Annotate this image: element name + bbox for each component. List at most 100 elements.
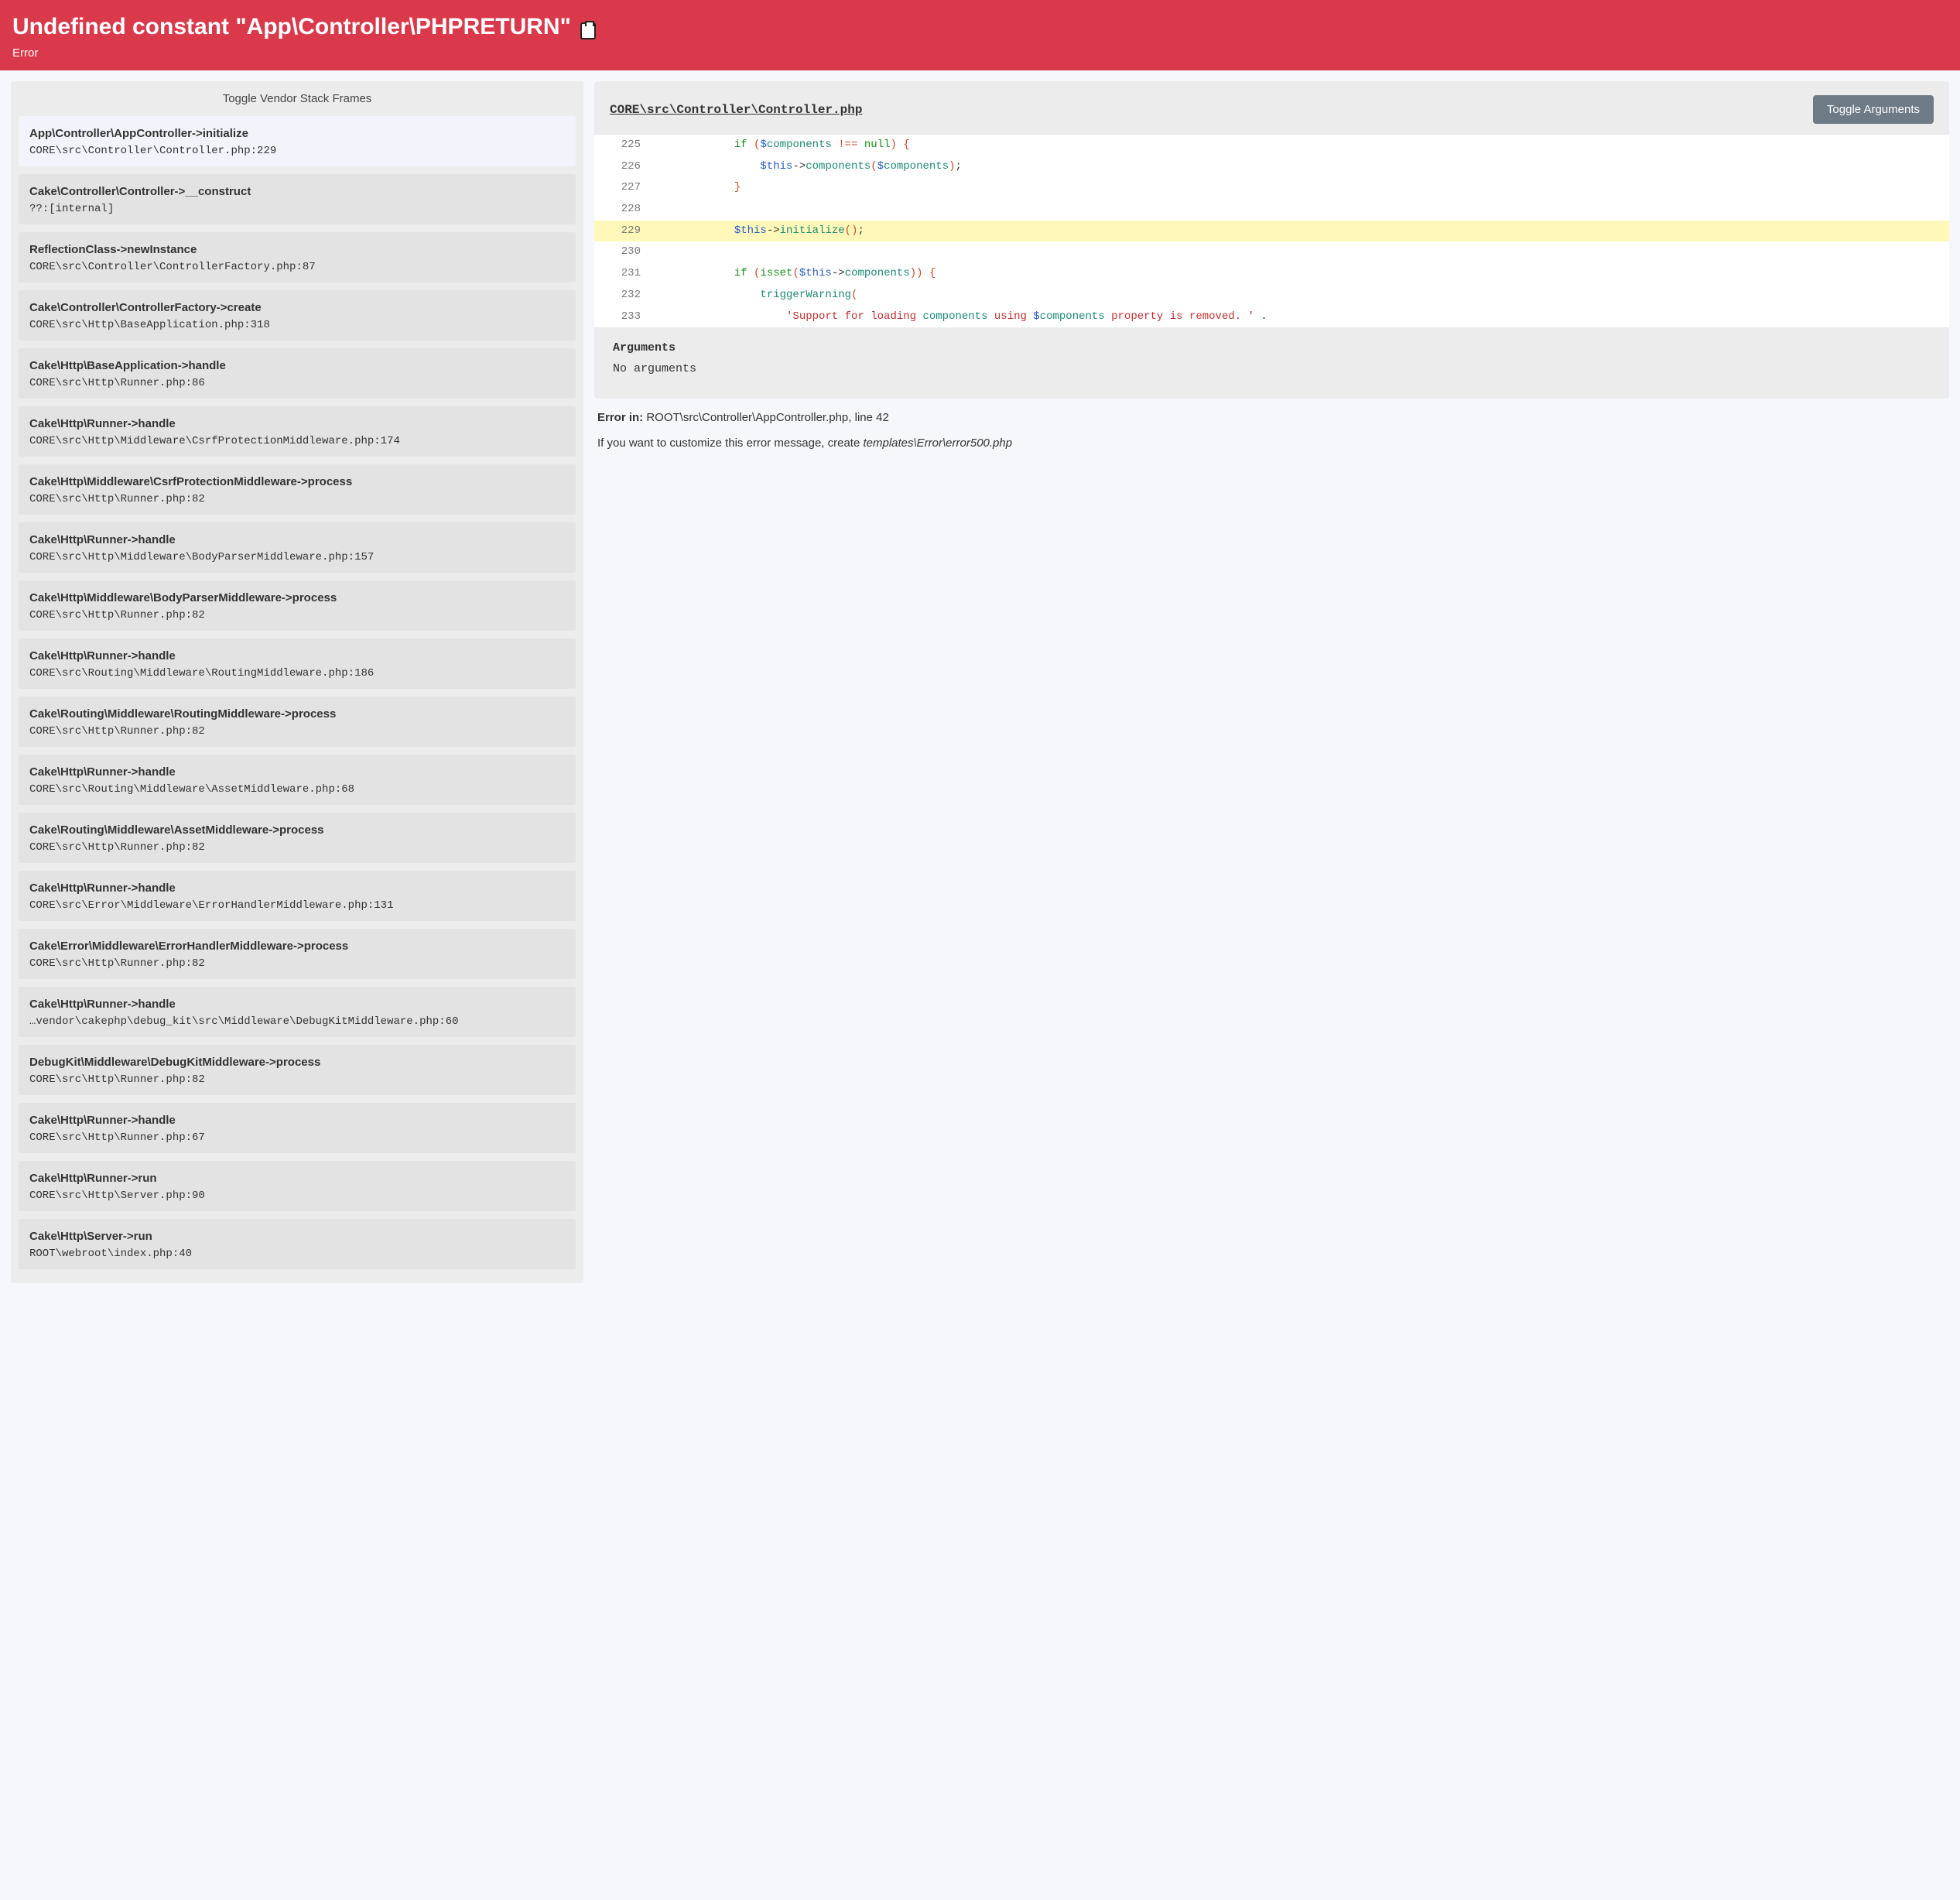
line-number: 230	[594, 241, 650, 263]
code-line: 230	[594, 241, 1949, 263]
stack-frame[interactable]: ReflectionClass->newInstance CORE\src\Con…	[19, 232, 576, 282]
stack-frame-file: CORE\src\Controller\Controller.php:229	[29, 145, 565, 157]
line-number: 226	[594, 156, 650, 178]
stack-frame-title: Cake\Http\Middleware\BodyParserMiddlewar…	[29, 591, 565, 604]
line-content: if (isset($this->components)) {	[650, 263, 1949, 285]
stack-frame-file: CORE\src\Controller\ControllerFactory.ph…	[29, 261, 565, 273]
line-content: $this->initialize();	[650, 221, 1949, 242]
clipboard-icon[interactable]	[580, 22, 596, 39]
line-number: 225	[594, 135, 650, 156]
stack-frame-title: Cake\Http\Runner->handle	[29, 417, 565, 430]
line-number: 228	[594, 199, 650, 221]
stack-frame-file: CORE\src\Http\Runner.php:82	[29, 1073, 565, 1086]
stack-frame-title: ReflectionClass->newInstance	[29, 243, 565, 256]
stack-frame-file: CORE\src\Http\Runner.php:82	[29, 957, 565, 970]
source-file-title[interactable]: CORE\src\Controller\Controller.php	[610, 103, 862, 117]
stack-frame[interactable]: Cake\Http\Runner->handleCORE\src\Http\Ru…	[19, 1103, 576, 1153]
stack-frame-file: CORE\src\Http\Runner.php:82	[29, 609, 565, 621]
code-excerpt: 225 if ($components !== null) {226 $this…	[594, 135, 1949, 327]
code-line: 228	[594, 199, 1949, 221]
code-line: 225 if ($components !== null) {	[594, 135, 1949, 156]
stack-frame[interactable]: Cake\Error\Middleware\ErrorHandlerMiddle…	[19, 929, 576, 979]
error-subtitle: Error	[12, 46, 1948, 60]
line-number: 232	[594, 285, 650, 306]
customize-hint: If you want to customize this error mess…	[594, 429, 1949, 454]
error-in-value: ROOT\src\Controller\AppController.php, l…	[646, 411, 888, 424]
stack-frame-file: CORE\src\Http\BaseApplication.php:318	[29, 319, 565, 331]
stack-frame[interactable]: Cake\Http\Middleware\BodyParserMiddlewar…	[19, 580, 576, 631]
stack-frame-file: ROOT\webroot\index.php:40	[29, 1248, 565, 1260]
stack-frame-title: Cake\Http\Runner->handle	[29, 998, 565, 1011]
stack-frame[interactable]: Cake\Http\Runner->handle CORE\src\Routing…	[19, 638, 576, 689]
line-number: 233	[594, 306, 650, 328]
stack-frame[interactable]: Cake\Http\Runner->run CORE\src\Http\Serve…	[19, 1161, 576, 1211]
main-panel: CORE\src\Controller\Controller.php Toggl…	[594, 81, 1949, 454]
stack-frame[interactable]: Cake\Http\Runner->handle CORE\src\Http\Mi…	[19, 406, 576, 457]
stack-frame-file: CORE\src\Routing\Middleware\AssetMiddlew…	[29, 783, 565, 796]
arguments-content: No arguments	[594, 359, 1949, 383]
stack-frame-title: Cake\Http\Runner->handle	[29, 765, 565, 779]
code-line: 232 triggerWarning(	[594, 285, 1949, 306]
file-pane: CORE\src\Controller\Controller.php Toggl…	[594, 81, 1949, 399]
line-content: triggerWarning(	[650, 285, 1949, 306]
line-content: }	[650, 177, 1949, 199]
stack-frame[interactable]: Cake\Http\Runner->handle…vendor\cakephp\…	[19, 987, 576, 1037]
code-line: 227 }	[594, 177, 1949, 199]
error-title: Undefined constant "App\Controller\PHPRE…	[12, 14, 571, 39]
stack-frame[interactable]: Cake\Http\Server->run ROOT\webroot\index.…	[19, 1219, 576, 1269]
stack-frame-file: CORE\src\Error\Middleware\ErrorHandlerMi…	[29, 899, 565, 912]
stack-frame-file: CORE\src\Http\Server.php:90	[29, 1190, 565, 1202]
code-line: 229 $this->initialize();	[594, 221, 1949, 242]
stack-frame[interactable]: Cake\Controller\Controller->__construct?…	[19, 174, 576, 224]
stack-frame-title: Cake\Http\Runner->run	[29, 1172, 565, 1185]
stack-frame-title: Cake\Routing\Middleware\RoutingMiddlewar…	[29, 707, 565, 721]
arguments-heading: Arguments	[594, 327, 1949, 359]
stack-frame-title: Cake\Http\Runner->handle	[29, 533, 565, 546]
stack-frame-file: ??:[internal]	[29, 203, 565, 215]
stack-frame-file: CORE\src\Http\Runner.php:82	[29, 841, 565, 854]
stack-frame-file: CORE\src\Routing\Middleware\RoutingMiddl…	[29, 667, 565, 680]
customize-path: templates\Error\error500.php	[863, 436, 1012, 450]
stack-frame[interactable]: Cake\Http\Runner->handle CORE\src\Error\M…	[19, 871, 576, 921]
error-in-label: Error in:	[597, 411, 646, 424]
stack-sidebar: Toggle Vendor Stack Frames App\Controlle…	[11, 81, 583, 1283]
stack-frame-file: CORE\src\Http\Middleware\BodyParserMiddl…	[29, 551, 565, 563]
line-content: if ($components !== null) {	[650, 135, 1949, 156]
stack-frame-title: Cake\Controller\ControllerFactory->creat…	[29, 301, 565, 314]
stack-frame-file: CORE\src\Http\Runner.php:67	[29, 1131, 565, 1144]
toggle-vendor-frames[interactable]: Toggle Vendor Stack Frames	[11, 81, 583, 116]
error-header: Undefined constant "App\Controller\PHPRE…	[0, 0, 1960, 70]
stack-frame-file: CORE\src\Http\Middleware\CsrfProtectionM…	[29, 435, 565, 447]
stack-frame[interactable]: App\Controller\AppController->initialize…	[19, 116, 576, 166]
stack-frame-title: Cake\Http\Server->run	[29, 1230, 565, 1243]
stack-frame[interactable]: Cake\Http\BaseApplication->handle CORE\sr…	[19, 348, 576, 399]
code-line: 231 if (isset($this->components)) {	[594, 263, 1949, 285]
line-content	[650, 241, 1949, 263]
stack-frame[interactable]: Cake\Http\Middleware\CsrfProtectionMiddl…	[19, 464, 576, 515]
stack-frame-file: CORE\src\Http\Runner.php:82	[29, 725, 565, 738]
stack-frame[interactable]: Cake\Controller\ControllerFactory->creat…	[19, 290, 576, 341]
stack-frame-title: Cake\Error\Middleware\ErrorHandlerMiddle…	[29, 940, 565, 953]
line-number: 229	[594, 221, 650, 242]
line-content: $this->components($components);	[650, 156, 1949, 178]
code-line: 233 'Support for loading components usin…	[594, 306, 1949, 328]
stack-frame-title: Cake\Http\Runner->handle	[29, 882, 565, 895]
toggle-arguments-button[interactable]: Toggle Arguments	[1813, 95, 1934, 124]
stack-frame-title: Cake\Http\Middleware\CsrfProtectionMiddl…	[29, 475, 565, 488]
stack-frame[interactable]: Cake\Http\Runner->handle CORE\src\Http\Mi…	[19, 522, 576, 573]
stack-frame-title: Cake\Http\BaseApplication->handle	[29, 359, 565, 372]
stack-frame[interactable]: DebugKit\Middleware\DebugKitMiddleware->…	[19, 1045, 576, 1095]
stack-frame-title: Cake\Http\Runner->handle	[29, 649, 565, 662]
stack-frame-title: Cake\Controller\Controller->__construct	[29, 185, 565, 198]
line-content	[650, 199, 1949, 221]
stack-frame-file: CORE\src\Http\Runner.php:86	[29, 377, 565, 389]
stack-frame[interactable]: Cake\Routing\Middleware\AssetMiddleware-…	[19, 813, 576, 863]
line-content: 'Support for loading components using $c…	[650, 306, 1949, 328]
stack-frame[interactable]: Cake\Http\Runner->handle CORE\src\Routing…	[19, 755, 576, 805]
stack-frame-title: DebugKit\Middleware\DebugKitMiddleware->…	[29, 1056, 565, 1069]
code-line: 226 $this->components($components);	[594, 156, 1949, 178]
stack-frame[interactable]: Cake\Routing\Middleware\RoutingMiddlewar…	[19, 697, 576, 747]
error-in-line: Error in: ROOT\src\Controller\AppControl…	[594, 399, 1949, 429]
stack-frame-file: CORE\src\Http\Runner.php:82	[29, 493, 565, 505]
stack-frame-title: Cake\Routing\Middleware\AssetMiddleware-…	[29, 823, 565, 837]
